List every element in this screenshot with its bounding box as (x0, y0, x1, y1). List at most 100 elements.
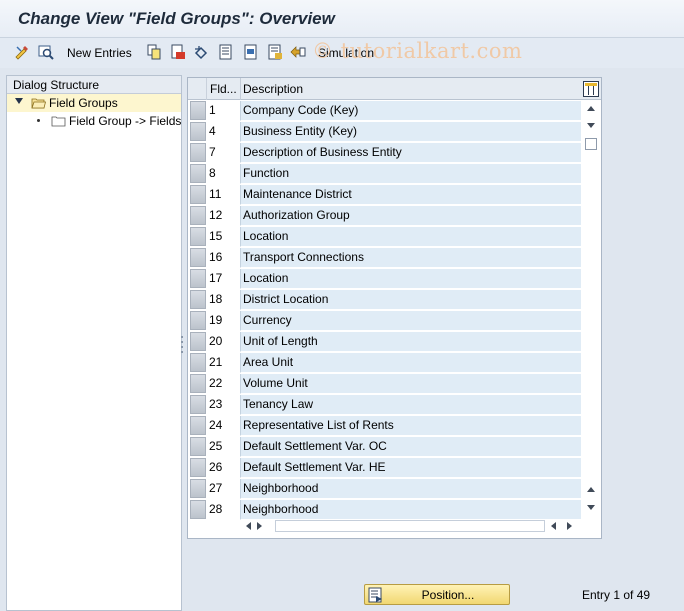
row-selector[interactable] (190, 101, 206, 120)
horizontal-scroll-thumb[interactable] (275, 520, 545, 532)
transport-icon[interactable] (290, 44, 306, 60)
scroll-up-icon[interactable] (587, 106, 595, 111)
display-change-icon[interactable] (14, 44, 30, 60)
table-row[interactable]: 20 Unit of Length (188, 331, 601, 352)
cell-description[interactable]: Unit of Length (240, 332, 581, 352)
cell-fld: 20 (208, 331, 240, 352)
bullet-icon (37, 119, 40, 122)
cell-description[interactable]: Function (240, 164, 581, 184)
table-row[interactable]: 28 Neighborhood (188, 499, 601, 520)
scroll-down-icon[interactable] (587, 505, 595, 510)
row-selector[interactable] (190, 395, 206, 414)
scroll-left-icon[interactable] (551, 522, 556, 530)
table-row[interactable]: 16 Transport Connections (188, 247, 601, 268)
vertical-scrollbar[interactable] (583, 100, 599, 516)
row-selector[interactable] (190, 416, 206, 435)
table-row[interactable]: 18 District Location (188, 289, 601, 310)
table-row[interactable]: 7 Description of Business Entity (188, 142, 601, 163)
cell-description[interactable]: Description of Business Entity (240, 143, 581, 163)
position-button[interactable]: Position... (364, 584, 510, 605)
select-block-icon[interactable] (243, 44, 259, 60)
row-selector[interactable] (190, 143, 206, 162)
row-selector[interactable] (190, 353, 206, 372)
panel-splitter[interactable] (181, 336, 184, 356)
cell-description[interactable]: Location (240, 269, 581, 289)
table-row[interactable]: 25 Default Settlement Var. OC (188, 436, 601, 457)
scroll-right-icon[interactable] (257, 522, 262, 530)
scroll-left-icon[interactable] (246, 522, 251, 530)
table-row[interactable]: 21 Area Unit (188, 352, 601, 373)
table-row[interactable]: 12 Authorization Group (188, 205, 601, 226)
row-selector[interactable] (190, 332, 206, 351)
horizontal-scrollbar[interactable] (240, 518, 580, 534)
table-row[interactable]: 17 Location (188, 268, 601, 289)
select-all-rows-cell[interactable] (188, 78, 207, 100)
table-row[interactable]: 27 Neighborhood (188, 478, 601, 499)
table-row[interactable]: 11 Maintenance District (188, 184, 601, 205)
row-selector[interactable] (190, 206, 206, 225)
row-selector[interactable] (190, 479, 206, 498)
tree-item-label: Field Group -> Fields (69, 114, 182, 128)
row-selector[interactable] (190, 500, 206, 519)
copy-icon[interactable] (146, 44, 162, 60)
cell-fld: 28 (208, 499, 240, 520)
select-all-icon[interactable] (218, 44, 234, 60)
cell-fld: 16 (208, 247, 240, 268)
cell-fld: 26 (208, 457, 240, 478)
cell-description[interactable]: Area Unit (240, 353, 581, 373)
row-selector[interactable] (190, 164, 206, 183)
row-selector[interactable] (190, 227, 206, 246)
table-row[interactable]: 23 Tenancy Law (188, 394, 601, 415)
cell-description[interactable]: Default Settlement Var. HE (240, 458, 581, 478)
tree-item-field-group-fields[interactable]: Field Group -> Fields (7, 112, 181, 130)
cell-description[interactable]: Authorization Group (240, 206, 581, 226)
undo-icon[interactable] (193, 44, 209, 60)
cell-description[interactable]: Business Entity (Key) (240, 122, 581, 142)
scroll-up-icon[interactable] (587, 487, 595, 492)
table-row[interactable]: 15 Location (188, 226, 601, 247)
row-selector[interactable] (190, 437, 206, 456)
table-row[interactable]: 22 Volume Unit (188, 373, 601, 394)
cell-description[interactable]: Currency (240, 311, 581, 331)
scroll-thumb[interactable] (585, 138, 597, 150)
cell-description[interactable]: Maintenance District (240, 185, 581, 205)
row-selector[interactable] (190, 248, 206, 267)
table-row[interactable]: 26 Default Settlement Var. HE (188, 457, 601, 478)
cell-description[interactable]: Company Code (Key) (240, 101, 581, 121)
row-selector[interactable] (190, 185, 206, 204)
tree-item-field-groups[interactable]: Field Groups (7, 94, 181, 112)
scroll-right-icon[interactable] (567, 522, 572, 530)
cell-description[interactable]: District Location (240, 290, 581, 310)
table-row[interactable]: 1 Company Code (Key) (188, 100, 601, 121)
new-entries-button[interactable]: New Entries (67, 46, 132, 60)
table-row[interactable]: 4 Business Entity (Key) (188, 121, 601, 142)
delete-icon[interactable] (170, 44, 186, 60)
column-header-description[interactable]: Description (243, 82, 303, 96)
cell-description[interactable]: Tenancy Law (240, 395, 581, 415)
cell-fld: 17 (208, 268, 240, 289)
cell-description[interactable]: Location (240, 227, 581, 247)
other-view-icon[interactable] (38, 44, 54, 60)
deselect-all-icon[interactable] (267, 44, 283, 60)
column-header-fld[interactable]: Fld... (210, 82, 237, 96)
cell-description[interactable]: Representative List of Rents (240, 416, 581, 436)
table-header: Fld... Description (188, 78, 601, 100)
row-selector[interactable] (190, 269, 206, 288)
cell-description[interactable]: Neighborhood (240, 479, 581, 499)
table-row[interactable]: 8 Function (188, 163, 601, 184)
row-selector[interactable] (190, 374, 206, 393)
table-row[interactable]: 19 Currency (188, 310, 601, 331)
table-settings-icon[interactable] (583, 81, 599, 97)
row-selector[interactable] (190, 122, 206, 141)
page-title: Change View "Field Groups": Overview (18, 9, 335, 28)
cell-description[interactable]: Volume Unit (240, 374, 581, 394)
row-selector[interactable] (190, 458, 206, 477)
cell-description[interactable]: Neighborhood (240, 500, 581, 520)
expand-arrow-icon[interactable] (15, 98, 23, 104)
cell-description[interactable]: Default Settlement Var. OC (240, 437, 581, 457)
table-row[interactable]: 24 Representative List of Rents (188, 415, 601, 436)
cell-description[interactable]: Transport Connections (240, 248, 581, 268)
row-selector[interactable] (190, 290, 206, 309)
scroll-down-icon[interactable] (587, 123, 595, 128)
row-selector[interactable] (190, 311, 206, 330)
